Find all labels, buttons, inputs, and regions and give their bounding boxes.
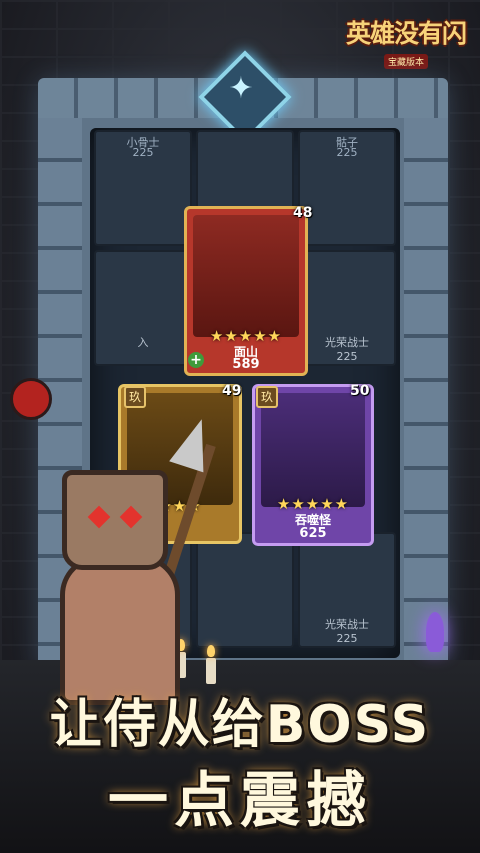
hero-slot-power: 225 (336, 632, 358, 645)
red-eye-icon (119, 505, 143, 529)
slogan-line-2: 一点震撼 (108, 766, 372, 836)
flame-icon (207, 645, 215, 657)
hero-slot-name: 光荣战士 (325, 618, 369, 631)
class-badge-icon: 玖 (256, 386, 278, 408)
class-badge-icon: 玖 (124, 386, 146, 408)
hero-slot-name: 入 (137, 336, 149, 349)
hero-slot-power: 225 (132, 146, 154, 159)
logo-subtitle: 宝藏版本 (383, 54, 428, 69)
hero-slot[interactable]: 光荣战士 225 (298, 250, 396, 366)
hero-power: 625 (299, 526, 327, 541)
hero-slot-name: 光荣战士 (325, 336, 369, 349)
hero-slot-power: 225 (336, 146, 358, 159)
hero-slot[interactable]: 光荣战士 225 (298, 532, 396, 648)
hero-portrait (193, 215, 299, 337)
hero-slot[interactable]: 入 (94, 250, 192, 366)
hero-power: 589 (232, 357, 260, 372)
upgrade-plus-icon[interactable]: + (188, 352, 204, 368)
hero-level: 49 (222, 383, 242, 399)
hero-card-tunshiguai[interactable]: ★★★★★ 吞噬怪 625 (252, 384, 374, 546)
red-eye-icon (87, 505, 111, 529)
logo-title: 英雄没有闪 (345, 19, 467, 48)
star-icon: ✦ (228, 71, 254, 106)
hero-slot[interactable]: 骷子 225 (298, 130, 396, 246)
goblin-helmet (62, 470, 168, 570)
purple-flame-icon (426, 612, 444, 652)
red-bat-icon (10, 378, 52, 420)
candle-icon (206, 658, 216, 684)
hero-card-mianshan[interactable]: ★★★★★ 面山 589 (184, 206, 308, 376)
frame-right-pillar (404, 118, 448, 668)
hero-level: 48 (293, 205, 313, 221)
game-screen: 英雄没有闪 宝藏版本 ✦ 小骨士 225 骷子 225 入 光荣战士 225 光… (0, 0, 480, 853)
hero-slot[interactable] (196, 532, 294, 648)
hero-level: 50 (350, 383, 370, 399)
hero-portrait (261, 393, 365, 507)
game-logo: 英雄没有闪 宝藏版本 (340, 14, 472, 70)
hero-slot-power: 225 (336, 350, 358, 363)
slogan-line-1: 让侍从给BOSS (49, 695, 431, 755)
hero-slot[interactable]: 小骨士 225 (94, 130, 192, 246)
